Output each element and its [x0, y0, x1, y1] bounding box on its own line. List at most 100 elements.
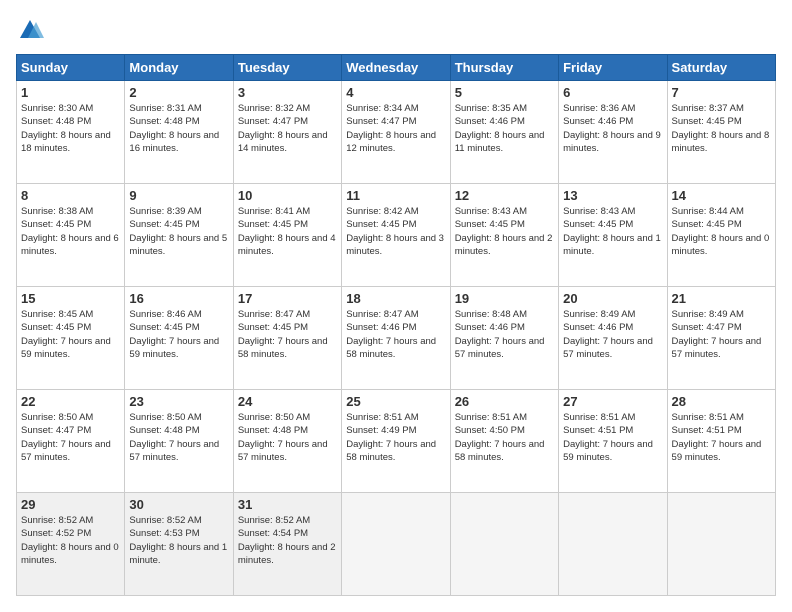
day-number: 13: [563, 188, 662, 203]
sunset-label: Sunset: 4:45 PM: [129, 219, 199, 230]
sunset-label: Sunset: 4:46 PM: [563, 116, 633, 127]
day-number: 5: [455, 85, 554, 100]
calendar-cell: 13 Sunrise: 8:43 AM Sunset: 4:45 PM Dayl…: [559, 184, 667, 287]
calendar-cell: 24 Sunrise: 8:50 AM Sunset: 4:48 PM Dayl…: [233, 390, 341, 493]
day-number: 23: [129, 394, 228, 409]
day-info: Sunrise: 8:37 AM Sunset: 4:45 PM Dayligh…: [672, 102, 771, 155]
sunrise-label: Sunrise: 8:38 AM: [21, 206, 93, 217]
sunrise-label: Sunrise: 8:41 AM: [238, 206, 310, 217]
day-number: 29: [21, 497, 120, 512]
sunset-label: Sunset: 4:48 PM: [238, 425, 308, 436]
sunset-label: Sunset: 4:46 PM: [455, 322, 525, 333]
daylight-label: Daylight: 7 hours and 59 minutes.: [563, 439, 653, 463]
calendar-cell: 12 Sunrise: 8:43 AM Sunset: 4:45 PM Dayl…: [450, 184, 558, 287]
sunrise-label: Sunrise: 8:48 AM: [455, 309, 527, 320]
day-number: 7: [672, 85, 771, 100]
sunset-label: Sunset: 4:46 PM: [455, 116, 525, 127]
sunrise-label: Sunrise: 8:52 AM: [129, 515, 201, 526]
day-info: Sunrise: 8:47 AM Sunset: 4:46 PM Dayligh…: [346, 308, 445, 361]
calendar-cell: 14 Sunrise: 8:44 AM Sunset: 4:45 PM Dayl…: [667, 184, 775, 287]
day-info: Sunrise: 8:39 AM Sunset: 4:45 PM Dayligh…: [129, 205, 228, 258]
day-number: 3: [238, 85, 337, 100]
calendar-cell: 30 Sunrise: 8:52 AM Sunset: 4:53 PM Dayl…: [125, 493, 233, 596]
calendar-week-5: 29 Sunrise: 8:52 AM Sunset: 4:52 PM Dayl…: [17, 493, 776, 596]
sunset-label: Sunset: 4:45 PM: [672, 116, 742, 127]
calendar-cell: [559, 493, 667, 596]
day-info: Sunrise: 8:47 AM Sunset: 4:45 PM Dayligh…: [238, 308, 337, 361]
day-info: Sunrise: 8:48 AM Sunset: 4:46 PM Dayligh…: [455, 308, 554, 361]
day-number: 30: [129, 497, 228, 512]
daylight-label: Daylight: 8 hours and 0 minutes.: [21, 542, 119, 566]
day-info: Sunrise: 8:35 AM Sunset: 4:46 PM Dayligh…: [455, 102, 554, 155]
sunset-label: Sunset: 4:45 PM: [672, 219, 742, 230]
daylight-label: Daylight: 8 hours and 12 minutes.: [346, 130, 436, 154]
sunrise-label: Sunrise: 8:50 AM: [129, 412, 201, 423]
day-info: Sunrise: 8:52 AM Sunset: 4:52 PM Dayligh…: [21, 514, 120, 567]
sunrise-label: Sunrise: 8:47 AM: [346, 309, 418, 320]
day-info: Sunrise: 8:46 AM Sunset: 4:45 PM Dayligh…: [129, 308, 228, 361]
sunset-label: Sunset: 4:47 PM: [238, 116, 308, 127]
day-number: 1: [21, 85, 120, 100]
sunrise-label: Sunrise: 8:47 AM: [238, 309, 310, 320]
daylight-label: Daylight: 8 hours and 4 minutes.: [238, 233, 336, 257]
sunrise-label: Sunrise: 8:39 AM: [129, 206, 201, 217]
day-info: Sunrise: 8:43 AM Sunset: 4:45 PM Dayligh…: [563, 205, 662, 258]
calendar-cell: [667, 493, 775, 596]
sunrise-label: Sunrise: 8:32 AM: [238, 103, 310, 114]
calendar-table: SundayMondayTuesdayWednesdayThursdayFrid…: [16, 54, 776, 596]
sunset-label: Sunset: 4:46 PM: [346, 322, 416, 333]
day-info: Sunrise: 8:51 AM Sunset: 4:51 PM Dayligh…: [563, 411, 662, 464]
calendar-cell: 3 Sunrise: 8:32 AM Sunset: 4:47 PM Dayli…: [233, 81, 341, 184]
sunset-label: Sunset: 4:51 PM: [563, 425, 633, 436]
day-info: Sunrise: 8:41 AM Sunset: 4:45 PM Dayligh…: [238, 205, 337, 258]
calendar-cell: 29 Sunrise: 8:52 AM Sunset: 4:52 PM Dayl…: [17, 493, 125, 596]
calendar-cell: 19 Sunrise: 8:48 AM Sunset: 4:46 PM Dayl…: [450, 287, 558, 390]
sunset-label: Sunset: 4:45 PM: [455, 219, 525, 230]
sunset-label: Sunset: 4:52 PM: [21, 528, 91, 539]
sunrise-label: Sunrise: 8:43 AM: [455, 206, 527, 217]
day-number: 8: [21, 188, 120, 203]
daylight-label: Daylight: 7 hours and 59 minutes.: [672, 439, 762, 463]
sunset-label: Sunset: 4:47 PM: [346, 116, 416, 127]
day-info: Sunrise: 8:50 AM Sunset: 4:48 PM Dayligh…: [238, 411, 337, 464]
day-info: Sunrise: 8:44 AM Sunset: 4:45 PM Dayligh…: [672, 205, 771, 258]
day-number: 17: [238, 291, 337, 306]
sunrise-label: Sunrise: 8:49 AM: [672, 309, 744, 320]
sunset-label: Sunset: 4:45 PM: [238, 322, 308, 333]
daylight-label: Daylight: 7 hours and 57 minutes.: [129, 439, 219, 463]
day-number: 21: [672, 291, 771, 306]
day-number: 18: [346, 291, 445, 306]
day-number: 16: [129, 291, 228, 306]
day-number: 20: [563, 291, 662, 306]
day-info: Sunrise: 8:49 AM Sunset: 4:46 PM Dayligh…: [563, 308, 662, 361]
calendar-cell: 6 Sunrise: 8:36 AM Sunset: 4:46 PM Dayli…: [559, 81, 667, 184]
calendar-header-saturday: Saturday: [667, 55, 775, 81]
calendar-cell: [450, 493, 558, 596]
sunset-label: Sunset: 4:49 PM: [346, 425, 416, 436]
header: [16, 16, 776, 44]
daylight-label: Daylight: 8 hours and 3 minutes.: [346, 233, 444, 257]
page: SundayMondayTuesdayWednesdayThursdayFrid…: [0, 0, 792, 612]
sunset-label: Sunset: 4:53 PM: [129, 528, 199, 539]
day-info: Sunrise: 8:50 AM Sunset: 4:47 PM Dayligh…: [21, 411, 120, 464]
calendar-cell: [342, 493, 450, 596]
daylight-label: Daylight: 8 hours and 11 minutes.: [455, 130, 545, 154]
daylight-label: Daylight: 7 hours and 57 minutes.: [672, 336, 762, 360]
daylight-label: Daylight: 7 hours and 58 minutes.: [238, 336, 328, 360]
sunrise-label: Sunrise: 8:46 AM: [129, 309, 201, 320]
calendar-cell: 16 Sunrise: 8:46 AM Sunset: 4:45 PM Dayl…: [125, 287, 233, 390]
day-info: Sunrise: 8:45 AM Sunset: 4:45 PM Dayligh…: [21, 308, 120, 361]
day-number: 2: [129, 85, 228, 100]
daylight-label: Daylight: 8 hours and 14 minutes.: [238, 130, 328, 154]
sunset-label: Sunset: 4:45 PM: [346, 219, 416, 230]
calendar-cell: 31 Sunrise: 8:52 AM Sunset: 4:54 PM Dayl…: [233, 493, 341, 596]
calendar-cell: 11 Sunrise: 8:42 AM Sunset: 4:45 PM Dayl…: [342, 184, 450, 287]
sunset-label: Sunset: 4:48 PM: [21, 116, 91, 127]
day-number: 24: [238, 394, 337, 409]
sunset-label: Sunset: 4:46 PM: [563, 322, 633, 333]
calendar-cell: 20 Sunrise: 8:49 AM Sunset: 4:46 PM Dayl…: [559, 287, 667, 390]
day-info: Sunrise: 8:51 AM Sunset: 4:50 PM Dayligh…: [455, 411, 554, 464]
calendar-cell: 17 Sunrise: 8:47 AM Sunset: 4:45 PM Dayl…: [233, 287, 341, 390]
daylight-label: Daylight: 7 hours and 57 minutes.: [563, 336, 653, 360]
sunrise-label: Sunrise: 8:31 AM: [129, 103, 201, 114]
